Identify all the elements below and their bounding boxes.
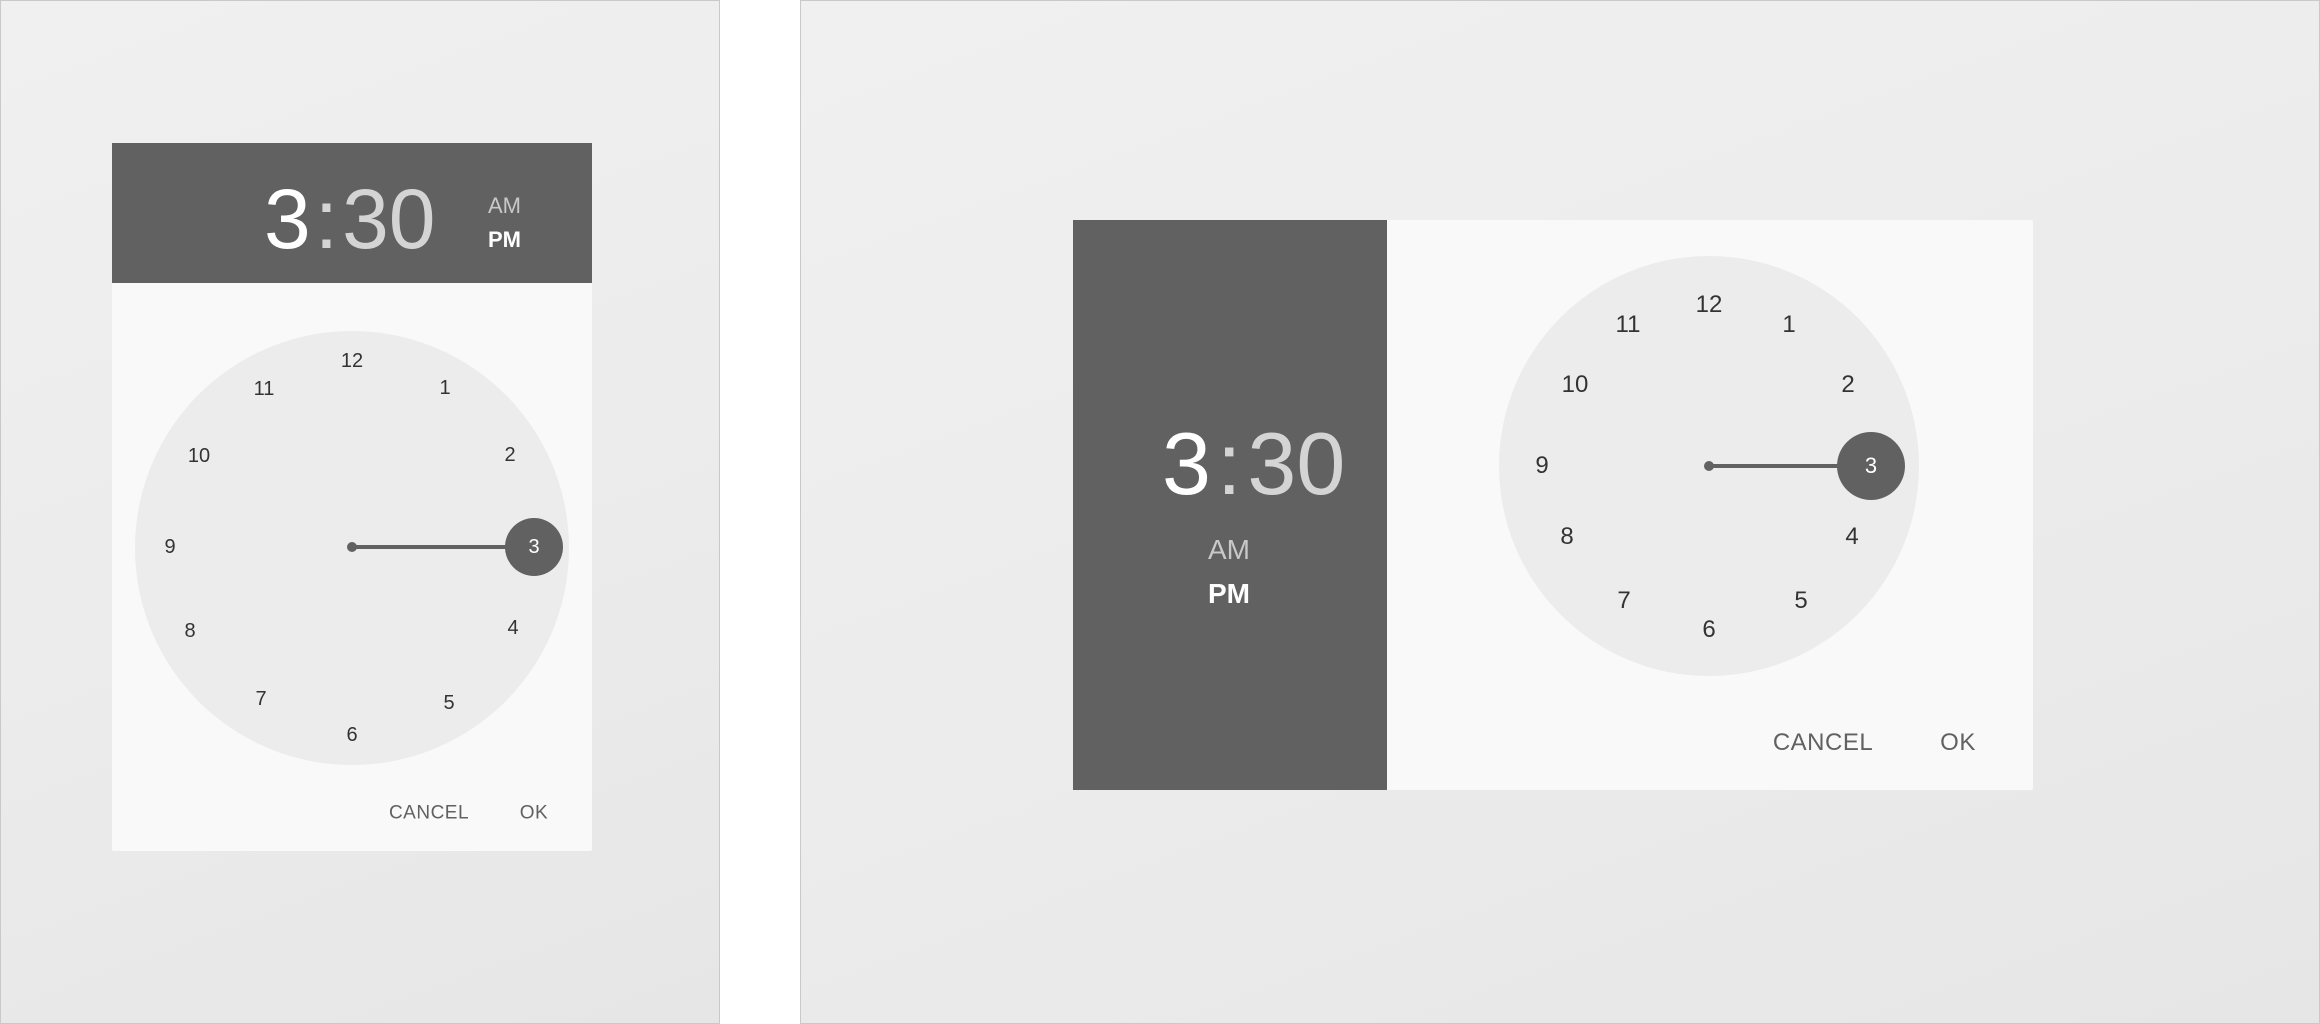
pm-toggle[interactable]: PM	[1208, 580, 1250, 608]
clock-number[interactable]: 5	[1794, 589, 1807, 613]
clock-number[interactable]: 5	[443, 693, 454, 713]
time-header: 3:30 AM PM	[112, 143, 592, 283]
clock-number[interactable]: 1	[439, 378, 450, 398]
clock-number[interactable]: 11	[1616, 313, 1641, 337]
ok-button[interactable]: OK	[520, 804, 548, 823]
selected-hour-marker[interactable]: 3	[1837, 432, 1905, 500]
hour-display[interactable]: 3	[264, 177, 311, 261]
clock-number[interactable]: 12	[341, 351, 363, 371]
clock-number[interactable]: 10	[188, 446, 210, 466]
time-display: 3:30	[264, 177, 436, 261]
clock-number[interactable]: 4	[1845, 525, 1858, 549]
am-toggle[interactable]: AM	[488, 195, 521, 217]
clock-number[interactable]: 4	[507, 618, 518, 638]
clock-number[interactable]: 10	[1562, 373, 1589, 397]
time-separator: :	[1216, 414, 1242, 513]
clock-center-dot	[1704, 461, 1714, 471]
time-separator: :	[314, 172, 339, 266]
clock-number[interactable]: 6	[1702, 618, 1715, 642]
clock-number[interactable]: 1	[1782, 313, 1795, 337]
clock-number[interactable]: 6	[346, 725, 357, 745]
minute-display[interactable]: 30	[342, 177, 435, 261]
cancel-button[interactable]: CANCEL	[1773, 731, 1873, 755]
clock-number[interactable]: 7	[255, 689, 266, 709]
time-header: 3:30 AM PM	[1073, 220, 1387, 790]
am-toggle[interactable]: AM	[1208, 536, 1250, 564]
cancel-button[interactable]: CANCEL	[389, 804, 469, 823]
pm-toggle[interactable]: PM	[488, 229, 521, 251]
clock-number[interactable]: 9	[164, 537, 175, 557]
clock-number[interactable]: 2	[1841, 373, 1854, 397]
clock-number[interactable]: 7	[1617, 589, 1630, 613]
selected-hour-marker[interactable]: 3	[505, 518, 563, 576]
time-display: 3:30	[1162, 420, 1345, 508]
portrait-preview-panel: 3:30 AM PM 3 12 1 2 4 5 6 7 8 9 10 11 CA…	[0, 0, 720, 1024]
clock-center-dot	[347, 542, 357, 552]
clock-number[interactable]: 8	[184, 621, 195, 641]
time-picker-dialog-landscape: 3:30 AM PM 3 12 1 2 4 5 6 7 8 9 10 11 CA…	[1073, 220, 2033, 790]
clock-hand	[352, 545, 506, 549]
clock-number[interactable]: 2	[504, 445, 515, 465]
time-picker-dialog-portrait: 3:30 AM PM 3 12 1 2 4 5 6 7 8 9 10 11 CA…	[112, 143, 592, 851]
hour-display[interactable]: 3	[1162, 420, 1211, 508]
clock-number[interactable]: 9	[1535, 454, 1548, 478]
ok-button[interactable]: OK	[1940, 731, 1976, 755]
clock-number[interactable]: 8	[1560, 525, 1573, 549]
clock-number[interactable]: 11	[254, 379, 275, 399]
clock-number[interactable]: 12	[1696, 293, 1723, 317]
landscape-preview-panel: 3:30 AM PM 3 12 1 2 4 5 6 7 8 9 10 11 CA…	[800, 0, 2320, 1024]
minute-display[interactable]: 30	[1247, 420, 1345, 508]
